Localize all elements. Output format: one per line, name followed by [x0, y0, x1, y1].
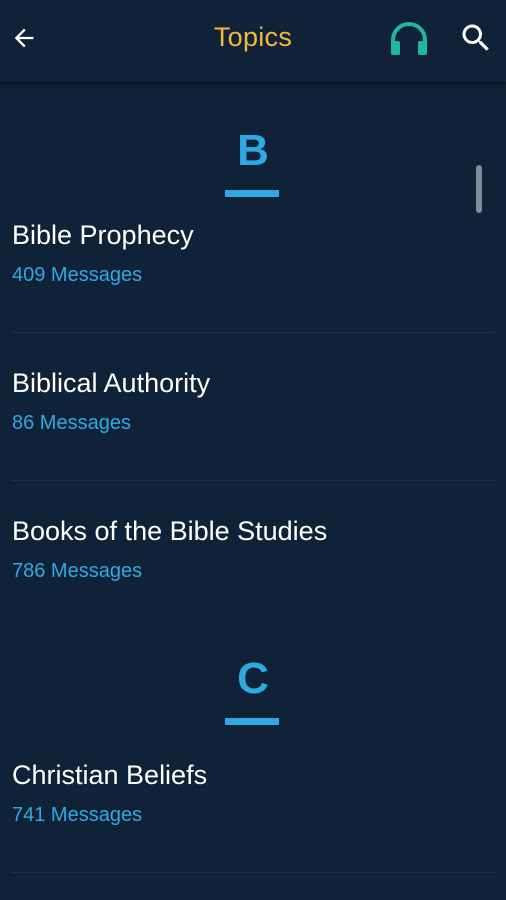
section-header-b: B [0, 126, 506, 176]
headphones-icon [391, 22, 427, 55]
topics-list[interactable]: B Bible Prophecy 409 Messages Biblical A… [0, 82, 506, 900]
divider [12, 872, 494, 873]
section-underline-bar [225, 190, 279, 197]
section-header-c: C [0, 654, 506, 704]
topic-count: 409 Messages [12, 264, 143, 286]
topic-name: Books of the Bible Studies [12, 516, 328, 546]
topic-count: 86 Messages [12, 412, 131, 434]
divider [12, 480, 494, 481]
list-item[interactable]: Biblical Authority 86 Messages [0, 368, 506, 516]
section-underline-bar [225, 718, 279, 725]
page-title: Topics [213, 22, 293, 52]
app-bar: Topics [0, 0, 506, 82]
list-item[interactable]: Books of the Bible Studies 786 Messages [0, 516, 506, 664]
search-icon [462, 24, 489, 51]
audio-button[interactable] [388, 20, 430, 58]
section-letter: C [237, 654, 269, 703]
topic-name: Biblical Authority [12, 368, 211, 398]
divider [12, 332, 494, 333]
topic-count: 741 Messages [12, 804, 143, 826]
scrollbar-thumb[interactable] [476, 165, 482, 213]
list-item[interactable]: Christian Beliefs 741 Messages [0, 760, 506, 900]
list-item[interactable]: Bible Prophecy 409 Messages [0, 220, 506, 368]
search-button[interactable] [456, 18, 496, 58]
topic-count: 786 Messages [12, 560, 143, 582]
topic-name: Bible Prophecy [12, 220, 194, 250]
section-letter: B [237, 126, 269, 175]
topic-name: Christian Beliefs [12, 760, 208, 790]
